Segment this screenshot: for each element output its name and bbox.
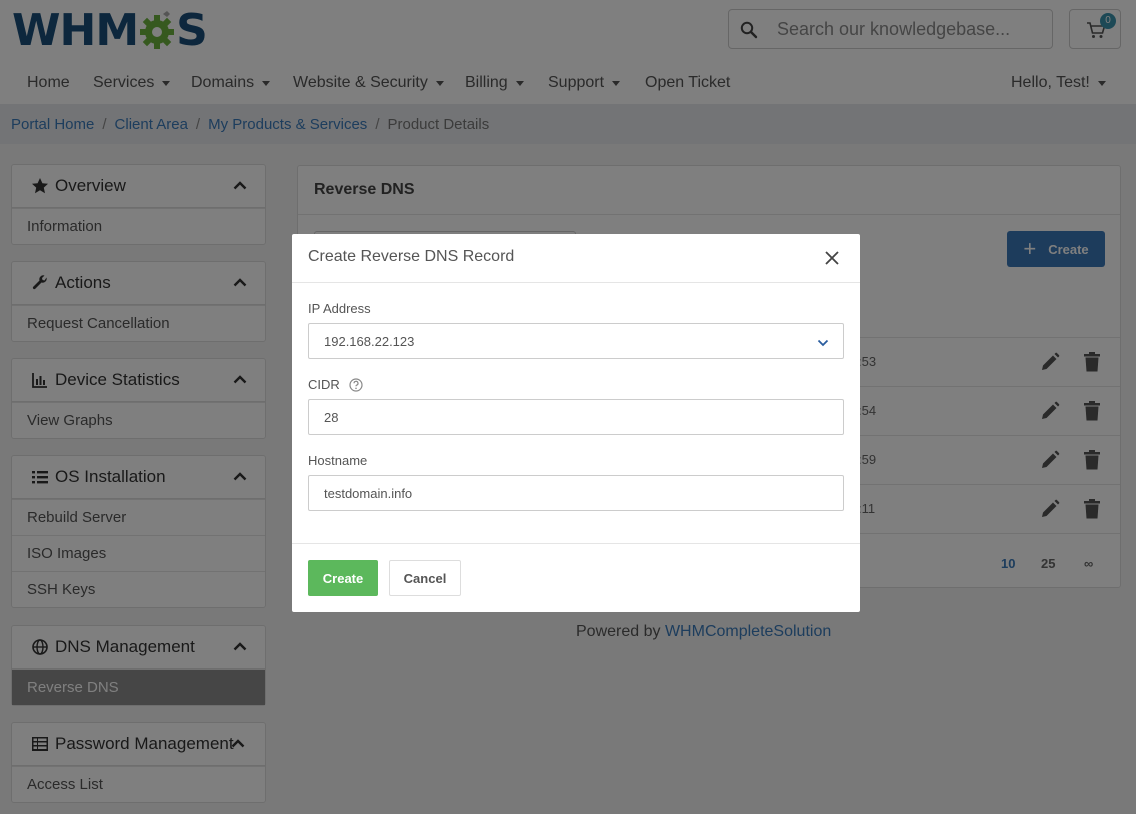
close-icon[interactable] xyxy=(824,250,840,266)
hostname-value: testdomain.info xyxy=(324,485,413,501)
ip-address-select[interactable]: 192.168.22.123 xyxy=(308,323,844,359)
hostname-input[interactable]: testdomain.info xyxy=(308,475,844,511)
hostname-label-text: Hostname xyxy=(308,453,368,468)
ip-address-label: IP Address xyxy=(308,301,371,316)
cancel-button[interactable]: Cancel xyxy=(389,560,461,596)
hostname-label: Hostname xyxy=(308,453,367,468)
cidr-value: 28 xyxy=(324,409,339,425)
help-icon[interactable] xyxy=(349,377,363,392)
cidr-label: CIDR xyxy=(308,377,363,392)
chevron-down-icon xyxy=(817,339,829,347)
create-reverse-dns-modal: Create Reverse DNS Record IP Address 192… xyxy=(292,234,860,612)
modal-header: Create Reverse DNS Record xyxy=(292,234,860,283)
create-button[interactable]: Create xyxy=(308,560,378,596)
cidr-input[interactable]: 28 xyxy=(308,399,844,435)
divider xyxy=(292,543,860,544)
ip-address-label-text: IP Address xyxy=(308,301,371,316)
ip-address-value: 192.168.22.123 xyxy=(324,333,415,349)
cidr-label-text: CIDR xyxy=(308,377,340,392)
modal-title: Create Reverse DNS Record xyxy=(308,248,515,265)
